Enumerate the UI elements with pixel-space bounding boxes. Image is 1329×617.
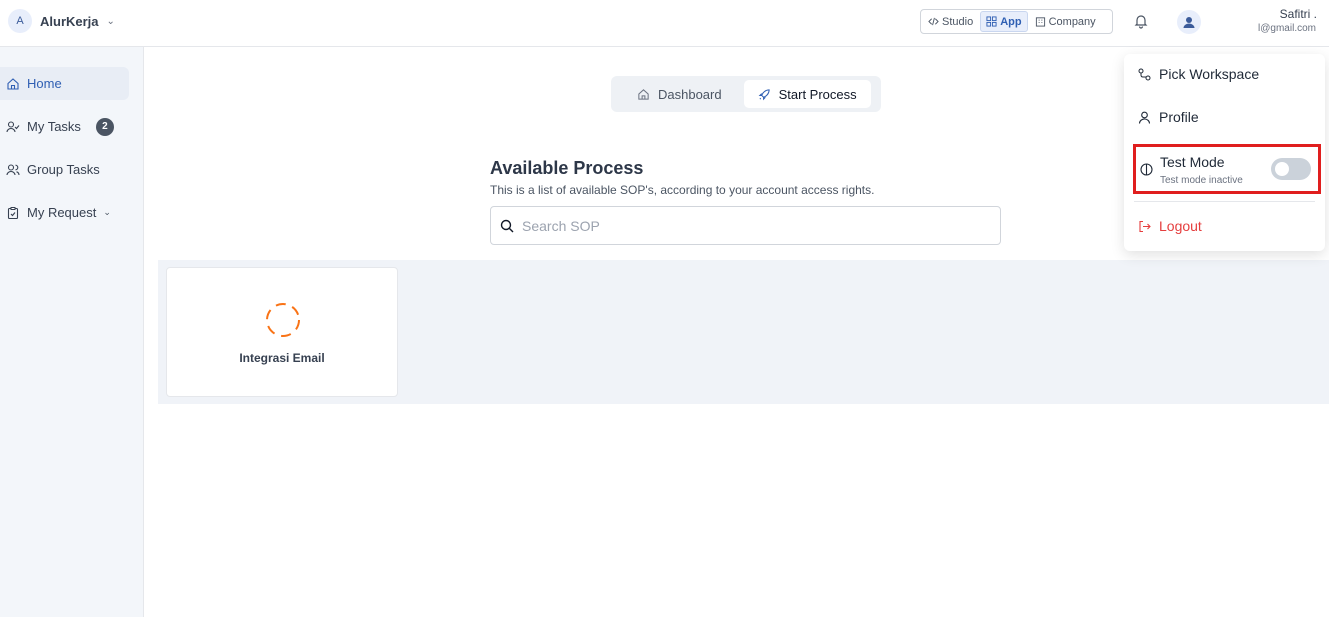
workspace-avatar: A bbox=[8, 9, 32, 33]
user-check-icon bbox=[6, 120, 20, 132]
section-subtitle: This is a list of available SOP's, accor… bbox=[490, 183, 875, 197]
home-icon bbox=[7, 77, 19, 90]
user-email: l@gmail.com bbox=[1258, 23, 1316, 34]
workspace-name: AlurKerja bbox=[40, 13, 99, 29]
process-label: Integrasi Email bbox=[239, 351, 325, 365]
tab-label: Start Process bbox=[778, 86, 857, 102]
pick-workspace-item[interactable]: Pick Workspace bbox=[1138, 66, 1259, 82]
process-card[interactable]: Integrasi Email bbox=[166, 267, 398, 397]
sidebar-item-home[interactable]: Home bbox=[0, 67, 129, 100]
test-mode-toggle[interactable] bbox=[1271, 158, 1311, 180]
half-circle-icon bbox=[1140, 163, 1153, 176]
building-icon bbox=[1035, 17, 1045, 27]
sidebar-item-label: Group Tasks bbox=[27, 162, 100, 177]
company-label: Company bbox=[1048, 15, 1096, 28]
app-button[interactable]: App bbox=[980, 11, 1028, 32]
toggle-knob bbox=[1275, 162, 1289, 176]
mode-switcher: Studio App Company bbox=[920, 9, 1113, 34]
code-icon bbox=[928, 17, 939, 26]
menu-divider bbox=[1134, 201, 1315, 202]
user-avatar[interactable] bbox=[1177, 10, 1201, 34]
profile-item[interactable]: Profile bbox=[1138, 109, 1199, 125]
loading-circle-icon bbox=[266, 303, 300, 337]
logout-item[interactable]: Logout bbox=[1138, 218, 1202, 234]
clipboard-check-icon bbox=[7, 206, 19, 219]
home-icon bbox=[638, 88, 649, 100]
users-icon bbox=[6, 163, 20, 175]
logout-icon bbox=[1139, 220, 1151, 232]
sidebar-item-label: My Request bbox=[27, 205, 97, 220]
sidebar-item-label: My Tasks bbox=[27, 119, 81, 134]
studio-label: Studio bbox=[942, 15, 974, 28]
search-input[interactable] bbox=[522, 217, 982, 234]
sidebar-item-group-tasks[interactable]: Group Tasks bbox=[0, 153, 129, 186]
search-icon bbox=[500, 219, 514, 232]
sidebar-item-label: Home bbox=[27, 76, 62, 91]
section-title: Available Process bbox=[490, 158, 644, 178]
top-bar: A AlurKerja ⌄ Studio App Company Safitri… bbox=[0, 0, 1329, 47]
tab-dashboard[interactable]: Dashboard bbox=[615, 80, 736, 108]
view-tabs: Dashboard Start Process bbox=[611, 76, 881, 112]
test-mode-status: Test mode inactive bbox=[1160, 175, 1243, 186]
profile-label: Profile bbox=[1159, 109, 1199, 125]
tab-label: Dashboard bbox=[658, 86, 722, 102]
grid-icon bbox=[986, 16, 997, 27]
test-mode-label: Test Mode bbox=[1160, 154, 1225, 170]
chevron-down-icon: ⌄ bbox=[103, 207, 111, 217]
pick-workspace-label: Pick Workspace bbox=[1159, 66, 1260, 82]
user-icon bbox=[1138, 111, 1151, 124]
rocket-icon bbox=[758, 88, 770, 100]
studio-button[interactable]: Studio bbox=[923, 11, 978, 32]
app-label: App bbox=[1000, 15, 1022, 28]
task-count-badge: 2 bbox=[95, 117, 114, 136]
test-mode-item: Test Mode Test mode inactive bbox=[1133, 144, 1321, 194]
tab-start-process[interactable]: Start Process bbox=[743, 80, 871, 108]
bell-icon[interactable] bbox=[1133, 13, 1149, 29]
sidebar: Home My Tasks 2 Group Tasks My Request ⌄ bbox=[0, 47, 144, 617]
user-icon bbox=[1183, 17, 1195, 28]
sidebar-item-my-tasks[interactable]: My Tasks 2 bbox=[0, 110, 129, 143]
chevron-down-icon: ⌄ bbox=[106, 15, 115, 27]
workspace-selector[interactable]: A AlurKerja ⌄ bbox=[8, 9, 115, 33]
route-icon bbox=[1138, 68, 1151, 80]
company-button[interactable]: Company bbox=[1030, 11, 1101, 32]
search-box bbox=[490, 206, 1001, 245]
user-name: Safitri . bbox=[1279, 7, 1317, 21]
logout-label: Logout bbox=[1159, 218, 1202, 234]
sidebar-item-my-request[interactable]: My Request ⌄ bbox=[0, 196, 129, 229]
